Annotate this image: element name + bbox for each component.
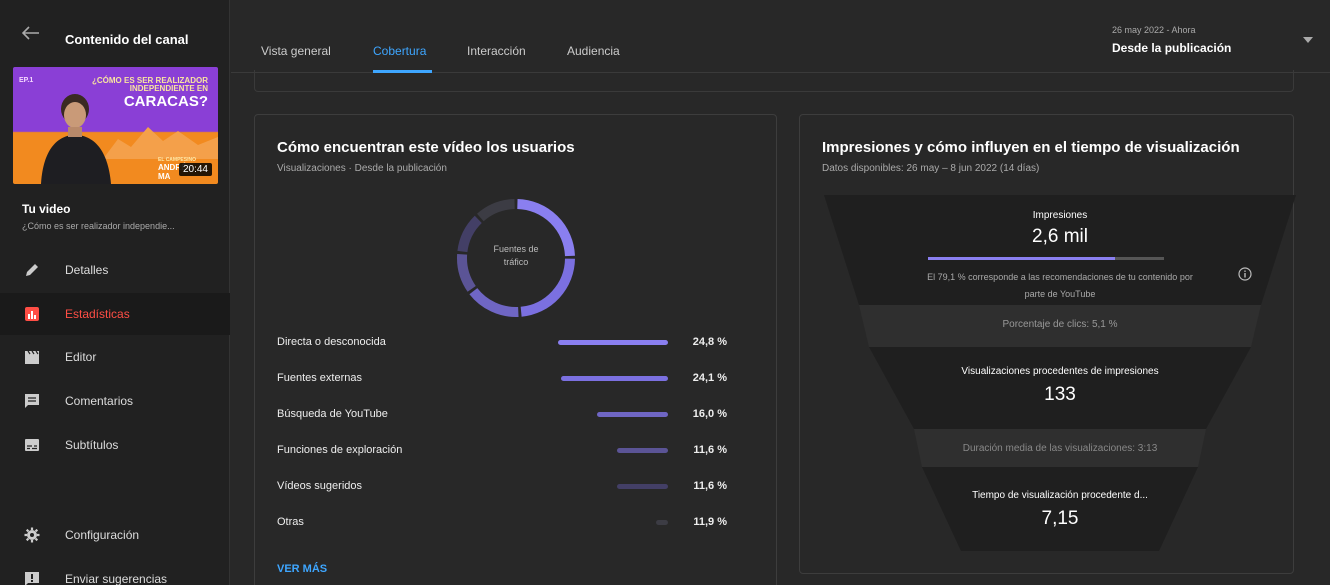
donut-segment[interactable] <box>469 287 519 317</box>
sidebar-item-comments[interactable]: Comentarios <box>0 380 230 422</box>
person-photo <box>41 94 111 184</box>
analytics-header: Vista general Cobertura Interacción Audi… <box>231 0 1330 73</box>
sidebar-item-label: Detalles <box>65 263 109 277</box>
traffic-source-value: 16,0 % <box>692 408 727 420</box>
sidebar-item-analytics[interactable]: Estadísticas <box>0 293 230 335</box>
back-arrow-icon[interactable] <box>22 26 40 40</box>
traffic-source-bar <box>597 412 668 417</box>
sidebar-item-subtitles[interactable]: Subtítulos <box>0 424 230 466</box>
impressions-card-title: Impresiones y cómo influyen en el tiempo… <box>822 139 1240 156</box>
sidebar-item-label: Comentarios <box>65 394 134 408</box>
channel-content-title[interactable]: Contenido del canal <box>65 32 189 47</box>
sidebar-item-feedback[interactable]: Enviar sugerencias <box>0 558 230 585</box>
traffic-source-value: 24,1 % <box>692 372 727 384</box>
tab-reach[interactable]: Cobertura <box>373 44 426 58</box>
analytics-icon <box>25 307 39 321</box>
donut-center-label: Fuentes de tráfico <box>453 243 579 268</box>
clapper-icon <box>25 350 39 364</box>
views-from-impressions-label: Visualizaciones procedentes de impresion… <box>961 366 1159 377</box>
gear-icon <box>24 527 40 543</box>
traffic-source-value: 24,8 % <box>692 336 727 348</box>
traffic-source-label: Funciones de exploración <box>277 444 403 456</box>
subtitles-icon <box>25 439 39 451</box>
views-from-impressions-value: 133 <box>1044 384 1076 405</box>
donut-label-line1: Fuentes de <box>493 244 539 254</box>
donut-label-line2: tráfico <box>503 256 529 267</box>
traffic-source-bar <box>558 340 668 345</box>
traffic-source-row[interactable]: Otras 11,9 % <box>277 513 757 533</box>
click-through-rate: Porcentaje de clics: 5,1 % <box>1002 319 1118 330</box>
video-title: ¿Cómo es ser realizador independie... <box>22 221 175 231</box>
traffic-card-title: Cómo encuentran este vídeo los usuarios <box>277 139 575 156</box>
traffic-source-bar <box>617 484 668 489</box>
tab-engagement[interactable]: Interacción <box>467 44 526 58</box>
watch-time-label: Tiempo de visualización procedente d... <box>972 490 1148 501</box>
sidebar-item-settings[interactable]: Configuración <box>0 514 230 556</box>
sidebar-item-label: Configuración <box>65 528 140 542</box>
traffic-source-value: 11,9 % <box>693 516 727 528</box>
comment-icon <box>25 394 39 408</box>
recommendation-progress-fill <box>928 257 1115 260</box>
impressions-card-subtitle: Datos disponibles: 26 may – 8 jun 2022 (… <box>822 163 1040 174</box>
mountain-graphic <box>103 127 218 159</box>
traffic-source-label: Vídeos sugeridos <box>277 480 362 492</box>
traffic-card-subtitle: Visualizaciones · Desde la publicación <box>277 163 447 174</box>
date-range-selector[interactable]: Desde la publicación <box>1112 41 1231 55</box>
impressions-label: Impresiones <box>1032 210 1088 221</box>
traffic-source-label: Otras <box>277 516 304 528</box>
recommendation-note: El 79,1 % corresponde a las recomendacio… <box>854 269 1266 303</box>
caret-down-icon[interactable] <box>1303 37 1313 43</box>
average-view-duration: Duración media de las visualizaciones: 3… <box>962 443 1158 454</box>
traffic-source-row[interactable]: Directa o desconocida 24,8 % <box>277 333 757 353</box>
your-video-label: Tu video <box>22 202 71 216</box>
feedback-icon <box>25 572 39 585</box>
sidebar-item-details[interactable]: Detalles <box>0 249 230 291</box>
recommendation-progress-track <box>928 257 1164 260</box>
traffic-source-bar <box>656 520 668 525</box>
watch-time-value: 7,15 <box>1041 508 1079 529</box>
traffic-source-bar <box>561 376 668 381</box>
video-thumbnail[interactable]: EP.1 ¿CÓMO ES SER REALIZADOR INDEPENDIEN… <box>13 67 218 184</box>
sidebar-item-label: Subtítulos <box>65 438 119 452</box>
traffic-source-value: 11,6 % <box>693 444 727 456</box>
thumbnail-episode: EP.1 <box>19 77 34 84</box>
sidebar-item-label: Enviar sugerencias <box>65 572 168 585</box>
sidebar-item-label: Editor <box>65 350 97 364</box>
info-icon[interactable] <box>1238 267 1252 281</box>
recommendation-note-line2: parte de YouTube <box>1024 289 1096 300</box>
recommendation-note-line1: El 79,1 % corresponde a las recomendacio… <box>927 272 1193 282</box>
traffic-source-row[interactable]: Fuentes externas 24,1 % <box>277 369 757 389</box>
traffic-sources-card: Cómo encuentran este vídeo los usuarios … <box>254 114 777 585</box>
traffic-source-row[interactable]: Búsqueda de YouTube 16,0 % <box>277 405 757 425</box>
traffic-source-label: Búsqueda de YouTube <box>277 408 388 420</box>
traffic-source-row[interactable]: Funciones de exploración 11,6 % <box>277 441 757 461</box>
traffic-source-value: 11,6 % <box>693 480 727 492</box>
video-duration-badge: 20:44 <box>178 163 212 176</box>
date-range-subtext[interactable]: 26 may 2022 - Ahora <box>1112 25 1196 35</box>
sidebar-item-label: Estadísticas <box>65 307 130 321</box>
traffic-source-label: Directa o desconocida <box>277 336 386 348</box>
traffic-source-row[interactable]: Vídeos sugeridos 11,6 % <box>277 477 757 497</box>
impressions-value: 2,6 mil <box>1032 226 1088 247</box>
tab-overview[interactable]: Vista general <box>261 44 331 58</box>
tab-audience[interactable]: Audiencia <box>567 44 620 58</box>
sidebar-item-editor[interactable]: Editor <box>0 336 230 378</box>
impressions-funnel-card: Impresiones y cómo influyen en el tiempo… <box>799 114 1296 574</box>
traffic-source-bar <box>617 448 668 453</box>
previous-card-edge <box>254 70 1294 92</box>
traffic-source-label: Fuentes externas <box>277 372 362 384</box>
impressions-funnel: Impresiones 2,6 mil El 79,1 % correspond… <box>824 195 1296 551</box>
pencil-icon <box>26 264 38 276</box>
see-more-link[interactable]: VER MÁS <box>277 563 327 575</box>
donut-segment[interactable] <box>477 199 515 222</box>
sidebar: Contenido del canal EP.1 ¿CÓMO ES SER RE… <box>0 0 230 585</box>
